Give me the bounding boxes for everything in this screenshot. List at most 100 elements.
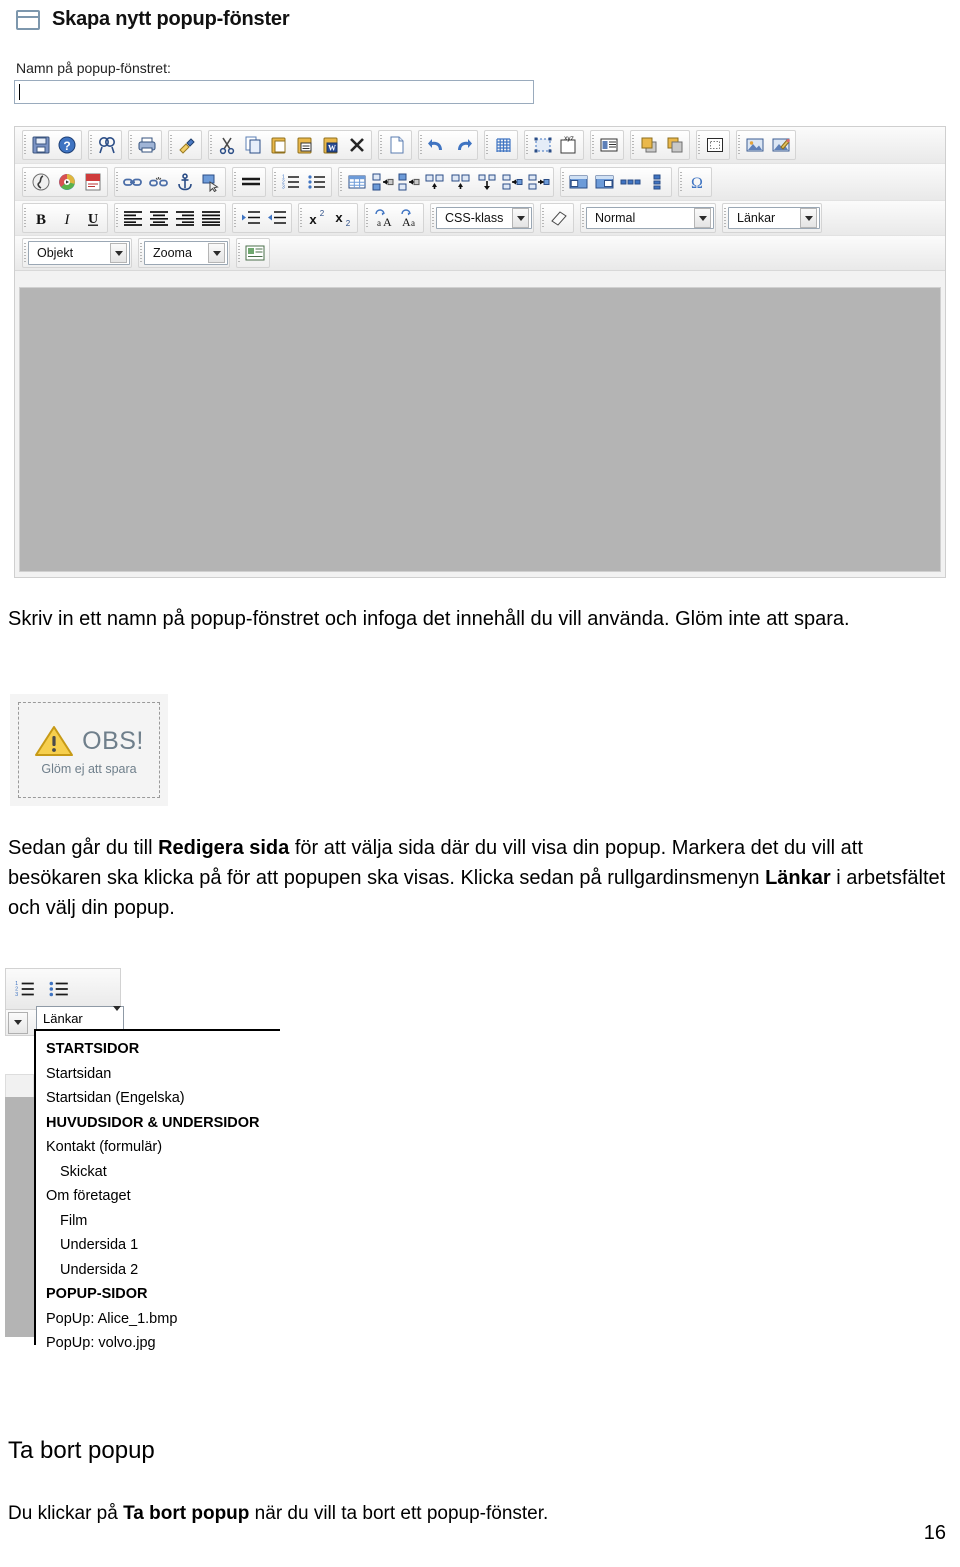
redo-icon[interactable] <box>450 132 476 158</box>
ordered-list-icon[interactable]: 123 <box>12 976 38 1002</box>
cell-props-icon[interactable] <box>566 169 592 195</box>
xyz-icon[interactable]: xyz <box>556 132 582 158</box>
align-left-icon[interactable] <box>120 205 146 231</box>
select-area-icon[interactable] <box>530 132 556 158</box>
help-icon[interactable]: ? <box>54 132 80 158</box>
p3-part2: när du vill ta bort ett popup-fönster. <box>249 1503 549 1524</box>
links-dropdown-button[interactable]: Länkar <box>36 1005 124 1030</box>
horizontal-rule-icon[interactable] <box>238 169 264 195</box>
undo-icon[interactable] <box>424 132 450 158</box>
cell-height-icon[interactable] <box>644 169 670 195</box>
table-props-icon[interactable] <box>592 169 618 195</box>
chevron-down-icon[interactable] <box>208 243 225 263</box>
insert-row-above-icon[interactable] <box>422 169 448 195</box>
merge-cells-icon[interactable] <box>500 169 526 195</box>
grid-icon[interactable] <box>490 132 516 158</box>
align-text-icon[interactable] <box>596 132 622 158</box>
special-char-icon[interactable]: Ω <box>684 169 710 195</box>
bold-icon[interactable]: B <box>28 205 54 231</box>
delete-row-icon[interactable] <box>474 169 500 195</box>
underline-icon[interactable]: U <box>80 205 106 231</box>
indent-increase-icon[interactable] <box>238 205 264 231</box>
link-icon[interactable] <box>120 169 146 195</box>
links-dropdown-list[interactable]: STARTSIDOR Startsidan Startsidan (Engels… <box>34 1029 280 1351</box>
svg-text:a: a <box>411 218 415 228</box>
name-input[interactable] <box>14 80 534 104</box>
list-item[interactable]: PopUp: volvo.jpg <box>46 1331 280 1356</box>
paste-icon[interactable] <box>266 132 292 158</box>
delete-icon[interactable] <box>344 132 370 158</box>
list-item[interactable]: Startsidan <box>46 1062 280 1087</box>
copy-icon[interactable] <box>240 132 266 158</box>
align-justify-icon[interactable] <box>198 205 224 231</box>
format-painter-icon[interactable] <box>174 132 200 158</box>
editor-canvas[interactable] <box>19 287 941 572</box>
align-right-icon[interactable] <box>172 205 198 231</box>
chevron-down-icon[interactable] <box>512 208 529 228</box>
flash-icon[interactable] <box>28 169 54 195</box>
bring-front-icon[interactable] <box>636 132 662 158</box>
insert-col-left-icon[interactable] <box>370 169 396 195</box>
chevron-down-icon[interactable] <box>8 1011 28 1034</box>
insert-row-below-icon[interactable] <box>448 169 474 195</box>
save-icon[interactable] <box>28 132 54 158</box>
toolbar-group-selectarea: xyz <box>524 130 584 160</box>
paste-text-icon[interactable] <box>292 132 318 158</box>
list-item[interactable]: Skickat <box>46 1160 280 1185</box>
uppercase-icon[interactable]: aA <box>370 205 396 231</box>
find-icon[interactable] <box>94 132 120 158</box>
chevron-down-icon[interactable] <box>113 1005 121 1026</box>
eraser-icon[interactable] <box>546 205 572 231</box>
cell-width-icon[interactable] <box>618 169 644 195</box>
anchor-icon[interactable] <box>172 169 198 195</box>
subscript-icon[interactable]: x2 <box>330 205 356 231</box>
paragraph-style-select[interactable]: Normal <box>586 207 714 229</box>
ordered-list-icon[interactable]: 123 <box>278 169 304 195</box>
list-item[interactable]: Startsidan (Engelska) <box>46 1086 280 1111</box>
zoom-select[interactable]: Zooma <box>144 241 228 265</box>
lowercase-icon[interactable]: Aa <box>396 205 422 231</box>
new-page-icon[interactable] <box>384 132 410 158</box>
superscript-icon[interactable]: x2 <box>304 205 330 231</box>
pdf-icon[interactable] <box>80 169 106 195</box>
table-icon[interactable] <box>344 169 370 195</box>
toolbar-row-4: Objekt Zooma <box>15 236 945 271</box>
list-item[interactable]: Kontakt (formulär) <box>46 1135 280 1160</box>
page-properties-icon[interactable] <box>242 240 268 266</box>
chevron-down-icon[interactable] <box>694 208 711 228</box>
svg-text:3: 3 <box>15 992 18 998</box>
send-back-icon[interactable] <box>662 132 688 158</box>
media-icon[interactable] <box>54 169 80 195</box>
svg-text:A: A <box>383 215 392 228</box>
toolbar-group-specialchar: Ω <box>678 167 712 197</box>
italic-icon[interactable]: I <box>54 205 80 231</box>
chevron-down-icon[interactable] <box>800 208 817 228</box>
links-select[interactable]: Länkar <box>728 207 820 229</box>
list-item[interactable]: STARTSIDOR <box>46 1037 280 1062</box>
list-item[interactable]: Film <box>46 1209 280 1234</box>
edit-image-icon[interactable] <box>768 132 794 158</box>
list-item[interactable]: Undersida 2 <box>46 1258 280 1283</box>
chevron-down-icon[interactable] <box>110 243 127 263</box>
list-item[interactable]: Om företaget <box>46 1184 280 1209</box>
object-select[interactable]: Objekt <box>28 241 130 265</box>
insert-col-right-icon[interactable] <box>396 169 422 195</box>
list-item[interactable]: PopUp: Alice_1.bmp <box>46 1307 280 1332</box>
split-cells-icon[interactable] <box>526 169 552 195</box>
list-item[interactable]: HUVUDSIDOR & UNDERSIDOR <box>46 1111 280 1136</box>
image-icon[interactable] <box>742 132 768 158</box>
align-center-icon[interactable] <box>146 205 172 231</box>
unordered-list-icon[interactable] <box>46 976 72 1002</box>
toolbar-group-style: B I U <box>22 203 108 233</box>
print-preview-icon[interactable] <box>134 132 160 158</box>
cut-icon[interactable] <box>214 132 240 158</box>
list-item[interactable]: Undersida 1 <box>46 1233 280 1258</box>
css-class-select[interactable]: CSS-klass <box>436 207 532 229</box>
unlink-icon[interactable] <box>146 169 172 195</box>
hotspot-icon[interactable] <box>198 169 224 195</box>
dotted-box-icon[interactable] <box>702 132 728 158</box>
paste-word-icon[interactable]: W <box>318 132 344 158</box>
indent-decrease-icon[interactable] <box>264 205 290 231</box>
unordered-list-icon[interactable] <box>304 169 330 195</box>
list-item[interactable]: POPUP-SIDOR <box>46 1282 280 1307</box>
